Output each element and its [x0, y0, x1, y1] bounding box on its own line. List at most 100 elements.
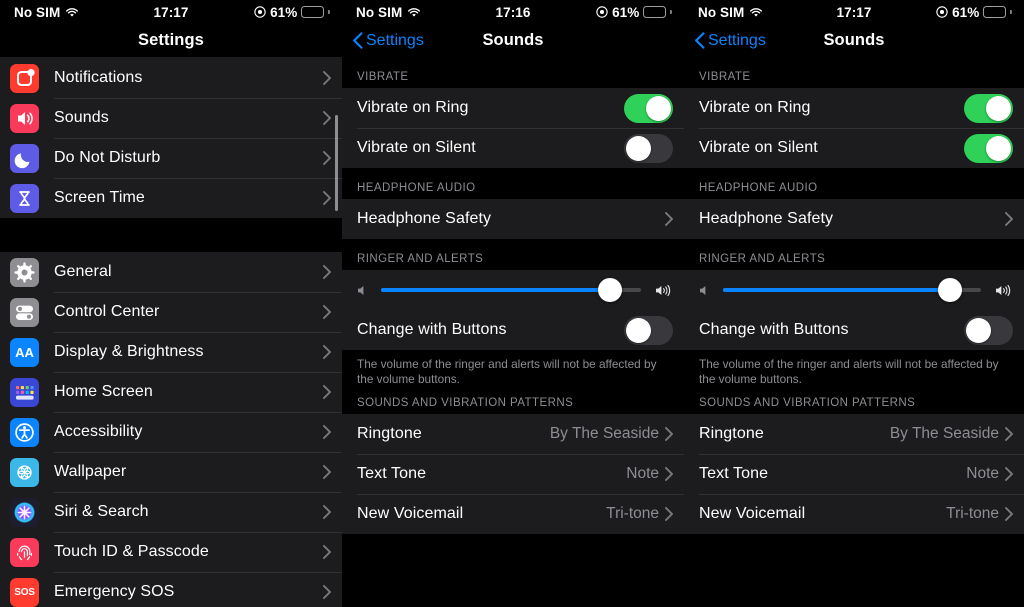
- chevron-right-icon: [323, 585, 331, 599]
- row-vibrate-on-silent[interactable]: Vibrate on Silent: [684, 128, 1024, 168]
- row-label: Vibrate on Silent: [357, 139, 476, 156]
- vibrate-on-silent-toggle[interactable]: [624, 133, 673, 163]
- speaker-low-icon: [700, 285, 706, 295]
- row-label: Change with Buttons: [699, 321, 849, 338]
- sidebar-item-control-center[interactable]: Control Center: [0, 292, 342, 332]
- chevron-right-icon: [1005, 467, 1013, 481]
- speaker-low-icon: [358, 285, 364, 295]
- sidebar-item-sounds[interactable]: Sounds: [0, 98, 342, 138]
- sidebar-item-label: Display & Brightness: [54, 343, 204, 360]
- battery-icon: [983, 6, 1012, 18]
- ringer-volume-knob[interactable]: [597, 278, 622, 302]
- chevron-right-icon: [665, 507, 673, 521]
- status-left-group: No SIM: [356, 5, 421, 20]
- chevron-right-icon: [665, 467, 673, 481]
- row-label: New Voicemail: [699, 505, 806, 522]
- sidebar-item-general[interactable]: General: [0, 252, 342, 292]
- chevron-right-icon: [323, 191, 331, 205]
- section-header-vibrate: VIBRATE: [684, 57, 1024, 88]
- row-new-voicemail[interactable]: New Voicemail Tri-tone: [684, 494, 1024, 534]
- row-change-with-buttons[interactable]: Change with Buttons: [684, 310, 1024, 350]
- status-right-group: 61%: [596, 5, 672, 20]
- sidebar-item-display-brightness[interactable]: AA Display & Brightness: [0, 332, 342, 372]
- sidebar-item-screen-time[interactable]: Screen Time: [0, 178, 342, 218]
- status-bar-mid: No SIM 17:16 61%: [342, 0, 684, 24]
- row-label: Text Tone: [699, 465, 769, 482]
- settings-group-2: General Control Center AA Display & Brig…: [0, 252, 342, 607]
- sidebar-item-notifications[interactable]: Notifications: [0, 58, 342, 98]
- page-title: Settings: [138, 31, 204, 49]
- carrier-label: No SIM: [698, 4, 745, 20]
- sidebar-item-label: Do Not Disturb: [54, 149, 161, 166]
- sidebar-item-label: Sounds: [54, 109, 109, 126]
- general-gear-icon: [10, 257, 39, 287]
- status-right-group: 61%: [936, 5, 1012, 20]
- row-headphone-safety[interactable]: Headphone Safety: [684, 199, 1024, 239]
- back-button[interactable]: Settings: [352, 32, 424, 50]
- sidebar-item-emergency-sos[interactable]: SOS Emergency SOS: [0, 572, 342, 607]
- headphone-group: Headphone Safety: [684, 199, 1024, 239]
- ringer-volume-track[interactable]: [723, 278, 981, 302]
- chevron-right-icon: [323, 111, 331, 125]
- accessibility-icon: [10, 417, 39, 447]
- chevron-right-icon: [665, 212, 673, 226]
- back-button-label: Settings: [366, 31, 424, 49]
- sidebar-item-accessibility[interactable]: Accessibility: [0, 412, 342, 452]
- sidebar-item-label: Home Screen: [54, 383, 153, 400]
- ringer-volume-slider-row[interactable]: [684, 270, 1024, 310]
- nav-bar-left: Settings: [0, 24, 342, 57]
- sidebar-item-do-not-disturb[interactable]: Do Not Disturb: [0, 138, 342, 178]
- speaker-high-icon: [996, 284, 1011, 296]
- sidebar-item-label: Control Center: [54, 303, 160, 320]
- ringer-volume-knob[interactable]: [938, 278, 963, 302]
- row-label: Change with Buttons: [357, 321, 507, 338]
- scrollbar-indicator[interactable]: [335, 115, 338, 211]
- row-vibrate-on-ring[interactable]: Vibrate on Ring: [684, 88, 1024, 128]
- chevron-right-icon: [1005, 212, 1013, 226]
- change-with-buttons-toggle[interactable]: [964, 315, 1013, 345]
- screen-time-icon: [10, 183, 39, 213]
- row-vibrate-on-silent[interactable]: Vibrate on Silent: [342, 128, 684, 168]
- status-bar-left: No SIM 17:17 61%: [0, 0, 342, 24]
- row-change-with-buttons[interactable]: Change with Buttons: [342, 310, 684, 350]
- chevron-right-icon: [323, 465, 331, 479]
- tones-group: Ringtone By The Seaside Text Tone Note N…: [342, 414, 684, 534]
- change-with-buttons-toggle[interactable]: [624, 315, 673, 345]
- sidebar-item-wallpaper[interactable]: Wallpaper: [0, 452, 342, 492]
- back-button[interactable]: Settings: [694, 32, 766, 50]
- ringer-volume-track[interactable]: [381, 278, 641, 302]
- three-panel-screenshot: No SIM 17:17 61% Settings Notifications …: [0, 0, 1024, 607]
- notifications-icon: [10, 63, 39, 93]
- display-brightness-icon: AA: [10, 337, 39, 367]
- chevron-right-icon: [323, 345, 331, 359]
- sidebar-item-home-screen[interactable]: Home Screen: [0, 372, 342, 412]
- sidebar-item-siri-search[interactable]: Siri & Search: [0, 492, 342, 532]
- chevron-right-icon: [323, 265, 331, 279]
- chevron-right-icon: [1005, 507, 1013, 521]
- chevron-left-icon: [353, 32, 363, 49]
- sidebar-item-label: Notifications: [54, 69, 143, 86]
- vibrate-on-silent-toggle[interactable]: [964, 133, 1013, 163]
- ringer-volume-slider-row[interactable]: [342, 270, 684, 310]
- row-headphone-safety[interactable]: Headphone Safety: [342, 199, 684, 239]
- row-text-tone[interactable]: Text Tone Note: [684, 454, 1024, 494]
- row-ringtone[interactable]: Ringtone By The Seaside: [342, 414, 684, 454]
- row-vibrate-on-ring[interactable]: Vibrate on Ring: [342, 88, 684, 128]
- row-ringtone[interactable]: Ringtone By The Seaside: [684, 414, 1024, 454]
- row-text-tone[interactable]: Text Tone Note: [342, 454, 684, 494]
- vibrate-on-ring-toggle[interactable]: [964, 93, 1013, 123]
- section-header-vibrate: VIBRATE: [342, 57, 684, 88]
- ringer-group: Change with Buttons: [342, 270, 684, 350]
- battery-percent-label: 61%: [270, 4, 298, 20]
- sidebar-item-label: Accessibility: [54, 423, 143, 440]
- sidebar-item-touch-id-passcode[interactable]: Touch ID & Passcode: [0, 532, 342, 572]
- status-left-group: No SIM: [698, 5, 763, 20]
- settings-group-1: Notifications Sounds Do Not Disturb Scre…: [0, 58, 342, 218]
- vibrate-on-ring-toggle[interactable]: [624, 93, 673, 123]
- sidebar-item-label: Touch ID & Passcode: [54, 543, 209, 560]
- nav-bar-right: Settings Sounds: [684, 24, 1024, 57]
- emergency-sos-icon: SOS: [10, 577, 39, 607]
- section-header-sounds-patterns: SOUNDS AND VIBRATION PATTERNS: [342, 387, 684, 414]
- chevron-right-icon: [323, 305, 331, 319]
- row-new-voicemail[interactable]: New Voicemail Tri-tone: [342, 494, 684, 534]
